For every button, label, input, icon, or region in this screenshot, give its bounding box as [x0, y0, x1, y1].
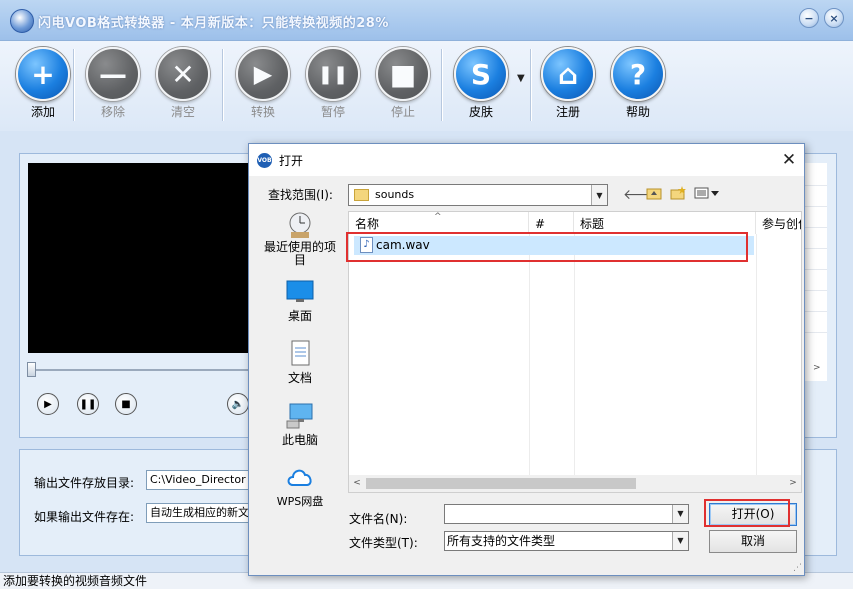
play-icon: ▶ — [236, 47, 290, 101]
skin-icon: S — [454, 47, 508, 101]
app-logo-icon — [10, 9, 34, 33]
up-folder-icon[interactable] — [645, 186, 663, 204]
place-item-3[interactable]: 此电脑 — [257, 401, 343, 448]
column-header-title[interactable]: 标题 — [574, 212, 756, 234]
recent-items-icon — [285, 211, 315, 239]
preview-play-button[interactable]: ▶ — [37, 393, 59, 415]
home-icon: ⌂ — [541, 47, 595, 101]
lookin-value: sounds — [375, 188, 415, 201]
dialog-titlebar: VOB 打开 ✕ — [249, 144, 804, 176]
toolbar-button-label: 移除 — [100, 105, 125, 119]
lookin-combo[interactable]: sounds ▼ — [348, 184, 608, 206]
toolbar-button-label: 注册 — [555, 105, 580, 119]
filename-input[interactable]: ▼ — [444, 504, 689, 524]
plus-icon: + — [16, 47, 70, 101]
filetype-select[interactable]: 所有支持的文件类型 ▼ — [444, 531, 689, 551]
toolbar-button-label: 清空 — [170, 105, 195, 119]
toolbar-button-label: 帮助 — [625, 105, 650, 119]
toolbar-button-5[interactable]: ■ 停止 — [372, 47, 434, 120]
place-item-4[interactable]: WPS网盘 — [257, 463, 343, 509]
toolbar-button-label: 暂停 — [320, 105, 345, 119]
view-menu-icon[interactable] — [693, 186, 721, 204]
toolbar-button-0[interactable]: + 添加 — [12, 47, 74, 120]
output-exists-label: 如果输出文件存在: — [34, 510, 135, 524]
place-item-0[interactable]: 最近使用的项目 — [257, 211, 343, 267]
seek-bar[interactable] — [30, 369, 255, 371]
toolbar-button-label: 转换 — [250, 105, 275, 119]
toolbar-button-1[interactable]: — 移除 — [82, 47, 144, 120]
video-preview — [28, 163, 260, 353]
toolbar-button-6[interactable]: S 皮肤 — [450, 47, 512, 120]
app-titlebar: 闪电VOB格式转换器 - 本月新版本：只能转换视频的28% − × — [0, 0, 853, 41]
toolbar-separator — [530, 49, 532, 121]
column-header-number[interactable]: # — [529, 212, 574, 234]
skin-dropdown-icon[interactable]: ▼ — [517, 73, 525, 84]
this-pc-icon — [285, 401, 315, 429]
output-exists-select[interactable]: 自动生成相应的新文 — [146, 503, 250, 523]
app-logo-icon: VOB — [257, 153, 272, 168]
pause-icon: ❚❚ — [306, 47, 360, 101]
output-dir-label: 输出文件存放目录: — [34, 476, 135, 490]
horizontal-scrollbar[interactable]: < > — [349, 475, 801, 492]
chevron-down-icon[interactable]: ▼ — [591, 185, 607, 205]
app-title: 闪电VOB格式转换器 - 本月新版本：只能转换视频的28% — [38, 16, 389, 31]
chevron-down-icon[interactable]: ▼ — [672, 505, 688, 523]
filename-label: 文件名(N): — [349, 512, 408, 526]
resize-grip-icon[interactable]: ⋰ — [793, 563, 802, 573]
toolbar-button-3[interactable]: ▶ 转换 — [232, 47, 294, 120]
place-label: 桌面 — [287, 309, 312, 323]
places-bar: 最近使用的项目桌面文档此电脑 WPS网盘 — [257, 211, 349, 511]
filetype-label: 文件类型(T): — [349, 536, 418, 550]
place-label: 文档 — [287, 371, 312, 385]
chevron-down-icon[interactable]: ▼ — [672, 532, 688, 550]
minimize-button[interactable]: − — [799, 8, 819, 28]
toolbar-button-2[interactable]: ✕ 清空 — [152, 47, 214, 120]
column-header-artist[interactable]: 参与创作 — [756, 212, 801, 234]
clear-icon: ✕ — [156, 47, 210, 101]
stop-icon: ■ — [376, 47, 430, 101]
preview-stop-button[interactable]: ■ — [115, 393, 137, 415]
toolbar-separator — [441, 49, 443, 121]
new-folder-icon[interactable] — [669, 186, 687, 204]
folder-icon — [354, 189, 369, 201]
toolbar-separator — [73, 49, 75, 121]
place-item-1[interactable]: 桌面 — [257, 277, 343, 324]
help-icon: ? — [611, 47, 665, 101]
documents-icon — [285, 339, 315, 367]
highlight-box-file — [346, 232, 748, 262]
toolbar-button-8[interactable]: ? 帮助 — [607, 47, 669, 120]
toolbar-button-label: 停止 — [390, 105, 415, 119]
desktop-icon — [285, 277, 315, 305]
scrollbar-thumb[interactable] — [366, 478, 636, 489]
toolbar-separator — [222, 49, 224, 121]
scroll-right-icon[interactable]: > — [785, 476, 801, 491]
place-label: WPS网盘 — [276, 495, 324, 508]
toolbar-button-7[interactable]: ⌂ 注册 — [537, 47, 599, 120]
preview-pause-button[interactable]: ❚❚ — [77, 393, 99, 415]
lookin-label: 查找范围(I): — [268, 188, 333, 202]
scroll-right-icon[interactable]: > — [813, 363, 821, 373]
back-arrow-icon[interactable]: 🡐 — [623, 186, 661, 204]
toolbar-button-label: 添加 — [30, 105, 55, 119]
place-label: 此电脑 — [281, 433, 318, 447]
place-item-2[interactable]: 文档 — [257, 339, 343, 386]
close-app-button[interactable]: × — [824, 8, 844, 28]
scroll-left-icon[interactable]: < — [349, 476, 365, 491]
sort-ascending-icon: ^ — [434, 212, 442, 222]
volume-icon[interactable]: 🔈 — [227, 393, 249, 415]
cancel-button[interactable]: 取消 — [709, 530, 797, 553]
main-toolbar: + 添加 — 移除 ✕ 清空 ▶ 转换 ❚❚ 暂停 ■ 停止 S 皮肤 ⌂ 注册? 帮助 ▼ — [0, 41, 853, 131]
highlight-box-open — [704, 499, 790, 527]
wps-cloud-icon — [285, 463, 315, 491]
output-dir-field[interactable]: C:\Video_Director — [146, 470, 250, 490]
dialog-title: 打开 — [279, 154, 304, 168]
seek-thumb[interactable] — [27, 362, 36, 377]
minus-icon: — — [86, 47, 140, 101]
toolbar-button-4[interactable]: ❚❚ 暂停 — [302, 47, 364, 120]
dialog-close-button[interactable]: ✕ — [779, 150, 799, 170]
place-label: 最近使用的项目 — [263, 240, 336, 267]
toolbar-button-label: 皮肤 — [468, 105, 493, 119]
